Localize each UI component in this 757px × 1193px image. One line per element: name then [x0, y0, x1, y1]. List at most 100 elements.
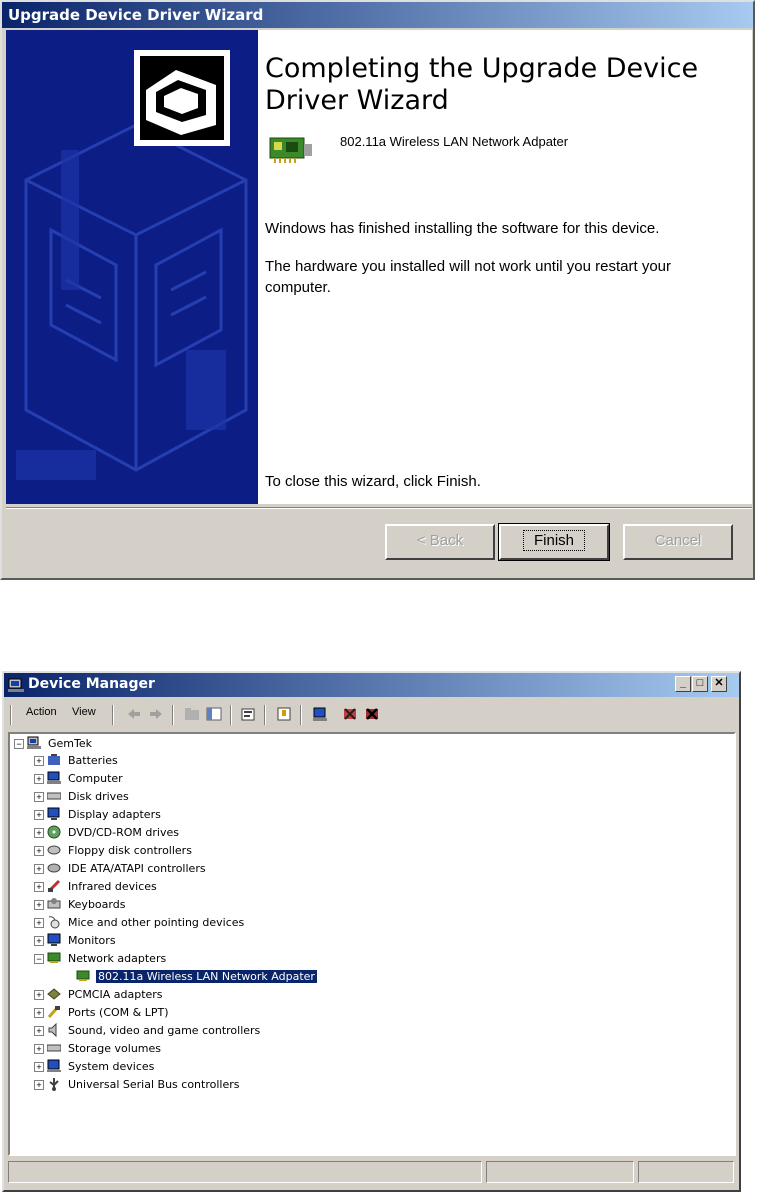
wizard-message-finished: Windows has finished installing the soft… — [265, 220, 660, 237]
tree-item-label: Display adapters — [68, 808, 161, 821]
expand-icon[interactable]: + — [34, 864, 44, 874]
finish-button[interactable]: Finish — [498, 523, 610, 561]
uninstall-icon[interactable] — [342, 706, 358, 722]
minimize-icon: _ — [679, 677, 687, 689]
network-adapter-icon — [47, 952, 61, 963]
tree-item-label: Computer — [68, 772, 123, 785]
up-folder-icon[interactable] — [184, 706, 200, 722]
wizard-hardware-icon — [134, 50, 230, 146]
tree-item-label: Monitors — [68, 934, 116, 947]
infrared-icon — [47, 879, 61, 893]
cancel-button-label: Cancel — [654, 532, 702, 549]
floppy-controller-icon — [47, 845, 61, 855]
toolbar-separator — [264, 705, 266, 725]
tree-item-label: Storage volumes — [68, 1042, 162, 1055]
tree-item-label: PCMCIA adapters — [68, 988, 163, 1001]
properties-icon[interactable] — [240, 706, 256, 722]
expand-icon[interactable]: + — [34, 918, 44, 928]
wizard-banner — [6, 30, 258, 504]
toolbar: Action View — [8, 702, 735, 730]
device-manager-titlebar[interactable]: Device Manager _ □ ✕ — [4, 673, 739, 697]
network-adapter-icon — [76, 970, 90, 981]
tree-item-label: Sound, video and game controllers — [68, 1024, 261, 1037]
menu-view[interactable]: View — [72, 706, 96, 718]
computer-icon — [27, 736, 41, 749]
wizard-device-name: 802.11a Wireless LAN Network Adpater — [340, 134, 569, 149]
usb-icon — [49, 1078, 59, 1091]
device-tree[interactable]: − GemTek + Batteries + Computer + Disk d… — [8, 732, 736, 1156]
tree-item-label: Universal Serial Bus controllers — [68, 1078, 240, 1091]
disable-device-icon[interactable] — [364, 706, 380, 722]
expand-icon[interactable]: + — [34, 792, 44, 802]
expand-icon[interactable]: + — [34, 936, 44, 946]
tree-item-label: Keyboards — [68, 898, 126, 911]
collapse-icon[interactable]: − — [14, 739, 24, 749]
scan-hardware-icon[interactable] — [312, 706, 328, 722]
wizard-banner-art — [6, 30, 258, 504]
computer-icon — [47, 771, 61, 784]
wizard-titlebar[interactable]: Upgrade Device Driver Wizard — [2, 2, 753, 28]
collapse-icon[interactable]: − — [34, 954, 44, 964]
wizard-divider — [6, 507, 752, 509]
expand-icon[interactable]: + — [34, 846, 44, 856]
expand-icon[interactable]: + — [34, 810, 44, 820]
system-device-icon — [47, 1059, 61, 1072]
back-arrow-icon[interactable] — [126, 706, 142, 722]
menu-action[interactable]: Action — [26, 706, 57, 718]
expand-icon[interactable]: + — [34, 1026, 44, 1036]
status-pane-secondary — [486, 1161, 634, 1183]
status-pane-tertiary — [638, 1161, 734, 1183]
tree-item-label: Network adapters — [68, 952, 167, 965]
expand-icon[interactable]: + — [34, 774, 44, 784]
cancel-button[interactable]: Cancel — [623, 524, 733, 560]
wizard-heading: Completing the Upgrade Device Driver Wiz… — [265, 53, 699, 116]
expand-icon[interactable]: + — [34, 990, 44, 1000]
back-button-label: < Back — [416, 532, 464, 549]
expand-icon[interactable]: + — [34, 882, 44, 892]
expand-icon[interactable]: + — [34, 1044, 44, 1054]
pcmcia-icon — [47, 988, 61, 1000]
toolbar-separator — [300, 705, 302, 725]
tree-item-label: System devices — [68, 1060, 155, 1073]
tree-item-label: Infrared devices — [68, 880, 157, 893]
toolbar-separator — [172, 705, 174, 725]
battery-icon — [48, 754, 60, 765]
wizard-message-restart: The hardware you installed will not work… — [265, 258, 672, 296]
minimize-button[interactable]: _ — [675, 676, 691, 692]
expand-icon[interactable]: + — [34, 1080, 44, 1090]
status-pane-main — [8, 1161, 482, 1183]
back-button[interactable]: < Back — [385, 524, 495, 560]
speaker-icon — [48, 1023, 57, 1037]
monitor-icon — [47, 933, 61, 946]
expand-icon[interactable]: + — [34, 1062, 44, 1072]
wizard-title: Upgrade Device Driver Wizard — [8, 6, 264, 24]
close-button[interactable]: ✕ — [711, 676, 727, 692]
close-icon: ✕ — [714, 677, 724, 689]
tree-item-label: IDE ATA/ATAPI controllers — [68, 862, 206, 875]
toolbar-separator — [112, 705, 114, 725]
network-adapter-icon — [269, 137, 312, 163]
device-manager-window: Device Manager _ □ ✕ Action View − GemTe… — [2, 671, 741, 1192]
ide-controller-icon — [47, 863, 61, 873]
tree-item-label-selected: 802.11a Wireless LAN Network Adpater — [96, 970, 317, 983]
help-icon[interactable] — [276, 706, 292, 722]
finish-button-label: Finish — [522, 530, 585, 551]
tree-item-label: Ports (COM & LPT) — [68, 1006, 169, 1019]
storage-volume-icon — [47, 1044, 61, 1052]
show-hide-tree-icon[interactable] — [206, 706, 222, 722]
maximize-button[interactable]: □ — [692, 676, 708, 692]
maximize-icon: □ — [696, 677, 704, 689]
expand-icon[interactable]: + — [34, 900, 44, 910]
status-bar — [8, 1161, 736, 1185]
wizard-close-hint: To close this wizard, click Finish. — [265, 473, 481, 490]
mouse-icon — [48, 916, 60, 929]
expand-icon[interactable]: + — [34, 1008, 44, 1018]
tree-root-label: GemTek — [48, 737, 92, 750]
expand-icon[interactable]: + — [34, 828, 44, 838]
toolbar-separator — [230, 705, 232, 725]
port-icon — [47, 1006, 60, 1018]
wizard-content: Completing the Upgrade Device Driver Wiz… — [258, 30, 752, 504]
display-adapter-icon — [47, 807, 60, 820]
forward-arrow-icon[interactable] — [148, 706, 164, 722]
expand-icon[interactable]: + — [34, 756, 44, 766]
